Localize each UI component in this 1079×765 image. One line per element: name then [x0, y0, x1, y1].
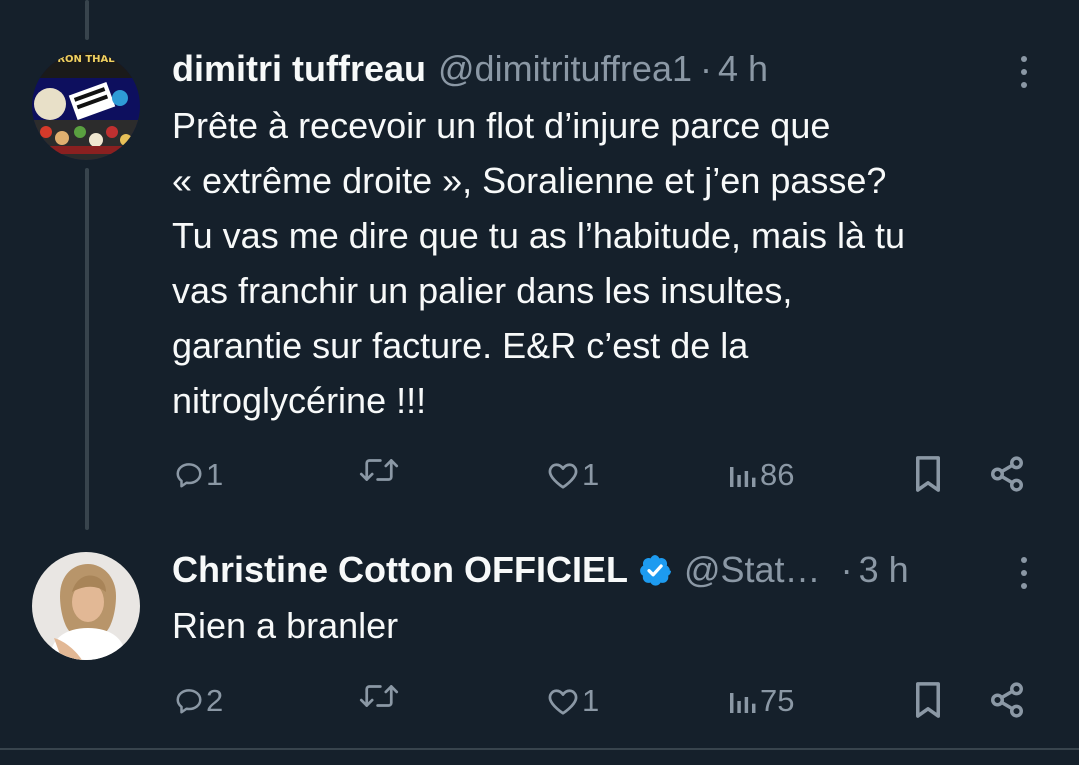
tweet-text-line: vas franchir un palier dans les insultes… — [172, 270, 793, 311]
share-icon — [991, 682, 1023, 718]
reply-icon — [176, 689, 202, 714]
share-button[interactable] — [988, 681, 1026, 719]
tweet-header: Christine Cotton OFFICIEL @Stat… · 3 h — [172, 549, 1039, 591]
separator-dot: · — [699, 48, 712, 89]
tweet-text-line: Rien a branler — [172, 605, 399, 646]
user-handle[interactable]: @dimitrituffrea1 — [438, 48, 692, 90]
share-button[interactable] — [988, 455, 1026, 493]
thread-line-connector — [85, 168, 89, 530]
bookmark-icon — [916, 456, 940, 492]
like-button[interactable]: 1 — [546, 455, 599, 495]
timestamp[interactable]: 3 h — [859, 549, 909, 591]
like-button[interactable]: 1 — [546, 681, 599, 721]
verified-badge-icon — [640, 555, 671, 586]
like-icon — [548, 689, 578, 715]
views-button[interactable]: 86 — [726, 455, 794, 495]
share-icon — [991, 456, 1023, 492]
tweet-text-line: « extrême droite », Soralienne et j’en p… — [172, 160, 887, 201]
tweet-text: Prête à recevoir un flot d’injure parce … — [172, 98, 1052, 428]
retweet-button[interactable] — [357, 455, 403, 485]
avatar[interactable]: RON THAL — [32, 52, 140, 160]
display-name[interactable]: dimitri tuffreau — [172, 48, 426, 90]
display-name[interactable]: Christine Cotton OFFICIEL — [172, 549, 628, 591]
retweet-button[interactable] — [357, 681, 403, 711]
tweet-text-line: Prête à recevoir un flot d’injure parce … — [172, 105, 831, 146]
views-icon — [730, 467, 756, 487]
avatar-text: RON THAL — [57, 54, 115, 65]
reply-button[interactable]: 2 — [174, 681, 223, 721]
tweet-header: dimitri tuffreau @dimitrituffrea1 · 4 h — [172, 48, 1039, 90]
retweet-icon — [359, 685, 399, 707]
user-handle[interactable]: @Stat… — [684, 549, 821, 591]
views-count: 86 — [760, 457, 795, 492]
reply-count: 2 — [206, 683, 224, 718]
bookmark-icon — [916, 682, 940, 718]
avatar[interactable] — [32, 552, 140, 660]
more-icon[interactable] — [1012, 551, 1036, 595]
like-count: 1 — [582, 457, 600, 492]
bookmark-button[interactable] — [913, 681, 943, 719]
bookmark-button[interactable] — [913, 455, 943, 493]
retweet-icon — [359, 459, 399, 481]
views-icon — [730, 693, 756, 713]
thread-line-top — [85, 0, 89, 40]
views-count: 75 — [760, 683, 795, 718]
reply-icon — [176, 463, 202, 488]
like-count: 1 — [582, 683, 600, 718]
views-button[interactable]: 75 — [726, 681, 794, 721]
tweet-text: Rien a branler — [172, 598, 1052, 653]
divider — [0, 748, 1079, 750]
more-icon[interactable] — [1012, 50, 1036, 94]
timestamp[interactable]: 4 h — [718, 48, 768, 90]
reply-count: 1 — [206, 457, 224, 492]
tweet-text-line: garantie sur facture. E&R c’est de la — [172, 325, 749, 366]
tweet-text-line: nitroglycérine !!! — [172, 380, 427, 421]
separator-dot: · — [840, 549, 853, 590]
tweet-text-line: Tu vas me dire que tu as l’habitude, mai… — [172, 215, 906, 256]
like-icon — [548, 463, 578, 489]
reply-button[interactable]: 1 — [174, 455, 223, 495]
